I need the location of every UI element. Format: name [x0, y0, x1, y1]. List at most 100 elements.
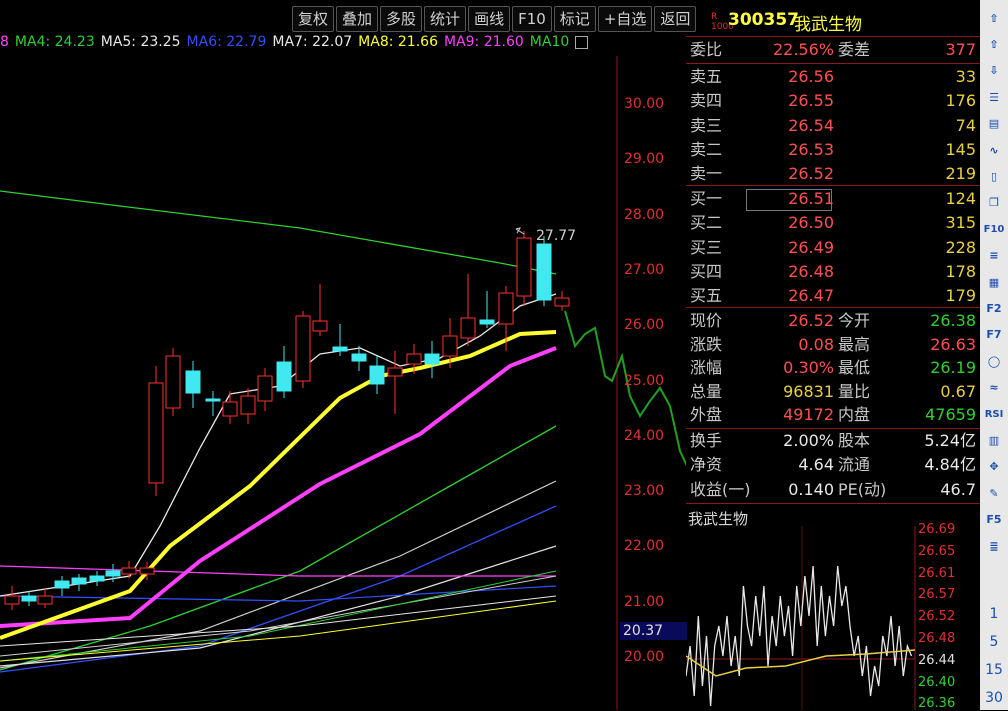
ask-row[interactable]: 卖三 26.54 74	[686, 114, 980, 138]
candle-body	[165, 355, 181, 409]
stack-icon[interactable]: ≣	[984, 536, 1004, 556]
tool-sidebar: ⇧ ⇧ ⇩ ☰ ▤ ∿ ▯ ❐ F10 ≡ ▦ F2 F7 ◯ ≈ RSI ▥ ✥ ✎ F5 ≣ 1 5 15 30	[980, 0, 1008, 710]
ask-price: 26.56	[788, 67, 834, 86]
period-button-30[interactable]: 30	[980, 690, 1008, 706]
bars-icon[interactable]: ▥	[984, 430, 1004, 450]
period-button-1[interactable]: 1	[980, 606, 1008, 622]
bid-volume: 315	[945, 213, 976, 233]
bid-row[interactable]: 买五 26.47 179	[686, 284, 980, 308]
bid-label: 买三	[690, 237, 723, 257]
toolbar-button-6[interactable]: 标记	[553, 6, 596, 32]
candle-body	[37, 595, 53, 605]
stat-label: 内盘	[838, 405, 871, 425]
move-icon[interactable]: ✥	[984, 457, 1004, 477]
stat-row[interactable]: 外盘 49172 内盘 47659	[686, 403, 980, 427]
ask-row[interactable]: 卖一 26.52 219	[686, 162, 980, 186]
candle-body	[387, 367, 403, 377]
stat-row[interactable]: 现价 26.52 今开 26.38	[686, 309, 980, 333]
stock-code: 300357	[728, 10, 799, 30]
stat-row[interactable]: 收益(一) 0.140 PE(动) 46.7	[686, 478, 980, 502]
stat-row[interactable]: 涨幅 0.30% 最低 26.19	[686, 356, 980, 380]
current-price-tag: 20.37	[620, 622, 687, 640]
ask-row[interactable]: 卖四 26.55 176	[686, 89, 980, 113]
rsi-icon[interactable]: RSI	[984, 404, 1004, 424]
candle-body	[89, 575, 105, 582]
intraday-tick-label: 26.57	[918, 587, 956, 603]
candle-body	[148, 382, 164, 484]
high-marker-label: 27.77	[536, 228, 576, 244]
y-tick-label: 24.00	[624, 427, 665, 444]
ma-line	[0, 293, 557, 597]
arrow-up-outline-icon[interactable]: ⇧	[984, 34, 1004, 54]
table-icon[interactable]: ▤	[984, 114, 1004, 134]
bid-row[interactable]: 买四 26.48 178	[686, 260, 980, 284]
toolbar-button-7[interactable]: +自选	[597, 6, 653, 32]
stat-label: 股本	[838, 431, 871, 450]
intraday-tick-label: 26.48	[918, 631, 956, 646]
ma-legend: 8 MA4: 24.23 MA5: 23.25 MA6: 22.79 MA7: 22.0…	[0, 34, 594, 54]
ask-row[interactable]: 卖二 26.53 145	[686, 138, 980, 162]
f5-icon[interactable]: F5	[984, 510, 1004, 530]
ma-legend-item: MA7: 22.07	[272, 34, 353, 50]
ask-price: 26.54	[788, 115, 834, 135]
chart-toolbar: 复权 叠加 多股 统计 画线 F10 标记 +自选 返回	[292, 6, 698, 32]
ask-row[interactable]: 卖五 26.56 33	[686, 65, 980, 89]
candle-chart-icon[interactable]: ▯	[984, 166, 1004, 186]
ma-legend-item: MA4: 24.23	[14, 34, 95, 50]
y-tick-label: 20.00	[624, 649, 665, 665]
notes-icon[interactable]: ≡	[984, 246, 1004, 266]
stat-value: 5.24亿	[924, 431, 976, 450]
bid-row[interactable]: 买二 26.50 315	[686, 211, 980, 235]
f10-icon[interactable]: F10	[984, 219, 1005, 239]
stock-header: R 1000 300357 我武生物	[686, 8, 980, 35]
circle-icon[interactable]: ◯	[984, 351, 1004, 371]
candle-body	[332, 346, 348, 352]
candle-body	[351, 353, 367, 362]
intraday-tick-label: 26.40	[918, 674, 956, 690]
period-button-5[interactable]: 5	[980, 634, 1008, 650]
ma-legend-item: MA9: 21.60	[443, 34, 524, 50]
toolbar-button-2[interactable]: 多股	[380, 6, 423, 32]
pencil-icon[interactable]: ✎	[984, 483, 1004, 503]
list-icon[interactable]: ☰	[984, 87, 1004, 107]
candle-body	[424, 353, 440, 365]
stat-row[interactable]: 总量 96831 量比 0.67	[686, 380, 980, 404]
stat-value: 0.08	[798, 334, 834, 354]
toolbar-button-0[interactable]: 复权	[292, 6, 335, 32]
kline-chart[interactable]: 27.77	[0, 56, 686, 710]
grid-icon[interactable]: ▦	[984, 272, 1004, 292]
toolbar-button-1[interactable]: 叠加	[336, 6, 379, 32]
stat-value: 26.52	[788, 311, 834, 330]
toolbar-button-3[interactable]: 统计	[424, 6, 467, 32]
stat-value: 26.38	[930, 311, 976, 330]
ask-price: 26.52	[788, 164, 834, 184]
candle-body	[442, 335, 458, 357]
candle-body	[105, 570, 121, 577]
copy-icon[interactable]: ❐	[984, 193, 1004, 213]
f7-icon[interactable]: F7	[984, 325, 1004, 345]
arrow-up-icon[interactable]: ⇧	[984, 8, 1004, 28]
stat-row[interactable]: 换手 2.00% 股本 5.24亿	[686, 429, 980, 453]
line-chart-icon[interactable]: ∿	[984, 140, 1004, 160]
period-button-15[interactable]: 15	[980, 662, 1008, 678]
arrow-down-outline-icon[interactable]: ⇩	[984, 61, 1004, 81]
bid-row[interactable]: 买一 26.51 124	[686, 187, 980, 211]
stat-row[interactable]: 净资 4.64 流通 4.84亿	[686, 453, 980, 477]
stat-label: PE(动)	[838, 479, 887, 499]
projection-path	[564, 310, 686, 467]
intraday-tick-label: 26.36	[918, 696, 956, 711]
candle-body	[21, 595, 37, 602]
stat-row[interactable]: 涨跌 0.08 最高 26.63	[686, 333, 980, 357]
toolbar-button-5[interactable]: F10	[512, 6, 552, 32]
bid-price: 26.48	[788, 261, 834, 281]
intraday-tick-label: 26.61	[918, 565, 956, 581]
ma-toggle-box[interactable]	[575, 35, 589, 49]
bid-row[interactable]: 买三 26.49 228	[686, 236, 980, 260]
wave-icon[interactable]: ≈	[984, 378, 1004, 398]
ask-price: 26.55	[788, 91, 834, 111]
toolbar-button-4[interactable]: 画线	[468, 6, 511, 32]
stat-value: 2.00%	[783, 431, 834, 450]
f2-icon[interactable]: F2	[984, 298, 1004, 318]
y-tick-label: 22.00	[624, 538, 665, 555]
ma-line	[0, 190, 557, 275]
